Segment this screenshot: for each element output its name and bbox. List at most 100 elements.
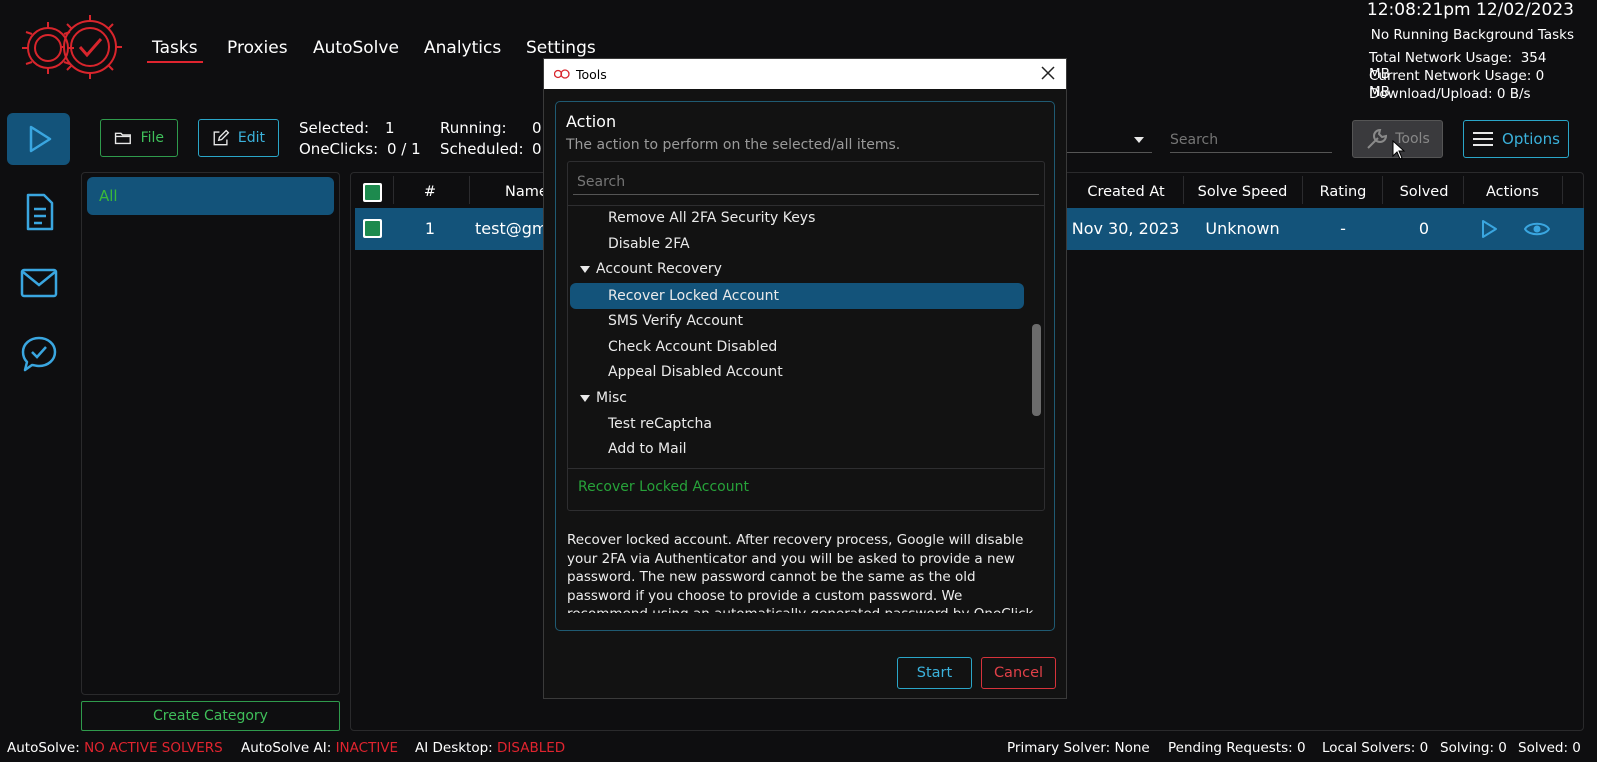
scheduled-stat-value: 0 [532,140,542,158]
menu-icon [1473,132,1494,146]
tree-item[interactable]: Remove All 2FA Security Keys [608,207,815,229]
autosolve-status: AutoSolve: NO ACTIVE SOLVERS [7,740,223,756]
app-logo [20,14,124,80]
column-header-rating[interactable]: Rating [1303,184,1383,200]
wrench-icon [1367,128,1388,149]
start-button[interactable]: Start [897,657,972,689]
tab-tasks[interactable]: Tasks [147,38,203,63]
rail-tasks[interactable] [7,113,70,165]
rail-mail[interactable] [7,257,70,309]
column-header-actions: Actions [1486,184,1539,200]
clock: 12:08:21pm 12/02/2023 [1366,0,1574,20]
tab-settings[interactable]: Settings [526,38,596,58]
column-divider [1562,176,1563,204]
category-item-all[interactable]: All [87,177,334,215]
create-category-button[interactable]: Create Category [81,701,340,731]
action-tree: Remove All 2FA Security Keys Disable 2FA… [568,205,1044,469]
task-search-input[interactable] [1170,127,1332,153]
column-divider [1302,176,1303,204]
row-solve-speed: Unknown [1205,219,1280,238]
close-icon[interactable] [1038,63,1058,83]
tree-item[interactable]: Add to Mail [608,438,687,460]
dialog-titlebar: Tools [544,59,1066,89]
rail-documents[interactable] [7,186,70,238]
ai-desktop-status: AI Desktop: DISABLED [415,740,566,756]
tools-dialog: Tools Action The action to perform on th… [543,58,1067,699]
folder-icon [114,132,131,145]
column-header-index[interactable]: # [420,184,440,200]
tree-item-selected[interactable]: Recover Locked Account [608,285,779,307]
row-view-icon[interactable] [1524,220,1550,238]
pending-requests: Pending Requests: 0 [1168,740,1306,756]
primary-solver: Primary Solver: None [1007,740,1150,756]
selected-stat-value: 1 [385,119,395,137]
edit-label: Edit [237,130,265,146]
tree-item[interactable]: Check Account Disabled [608,336,777,358]
column-divider [469,176,470,204]
tree-group-label: Account Recovery [596,261,722,277]
download-upload: Download/Upload: 0 B/s [1369,86,1531,102]
tree-item[interactable]: SMS Verify Account [608,310,743,332]
column-divider [1183,176,1184,204]
row-checkbox[interactable] [363,219,382,238]
cancel-button[interactable]: Cancel [981,657,1056,689]
options-label: Options [1502,130,1560,148]
action-description: The action to perform on the selected/al… [566,137,901,153]
tab-analytics[interactable]: Analytics [424,38,501,58]
selected-stat-label: Selected: [299,119,370,137]
column-header-solve-speed[interactable]: Solve Speed [1190,184,1295,200]
scheduled-stat-label: Scheduled: [440,140,524,158]
row-created-at: Nov 30, 2023 [1071,219,1180,238]
file-button[interactable]: File [100,119,178,157]
row-index: 1 [424,219,436,238]
column-divider [393,176,394,204]
rail-chat[interactable] [7,328,70,380]
action-search-input[interactable] [573,169,1039,195]
autosolve-ai-status: AutoSolve AI: INACTIVE [241,740,399,756]
chat-check-icon [21,336,56,372]
solving-count: Solving: 0 [1440,740,1507,756]
cursor-icon [1392,140,1406,160]
column-divider [1463,176,1464,204]
tree-item[interactable]: Appeal Disabled Account [608,361,783,383]
column-header-created-at[interactable]: Created At [1076,184,1176,200]
select-all-checkbox[interactable] [363,183,382,202]
tree-item[interactable]: Test reCaptcha [608,413,712,435]
selected-action-value: Recover Locked Account [578,479,749,495]
row-solved: 0 [1418,219,1430,238]
category-panel [81,172,340,695]
row-rating: - [1340,219,1346,238]
tree-group-misc[interactable]: Misc [580,387,627,409]
file-label: File [140,130,164,146]
chevron-down-icon [1134,137,1144,143]
row-name: test@gm [475,219,548,238]
filter-dropdown[interactable] [1062,127,1152,153]
background-tasks-status: No Running Background Tasks [1370,27,1574,43]
action-long-description: Recover locked account. After recovery p… [567,532,1033,613]
dialog-title: Tools [576,66,607,82]
document-icon [26,193,53,231]
tree-scrollbar[interactable] [1032,324,1041,416]
expand-triangle-icon [580,394,590,402]
action-title: Action [566,112,617,131]
solved-count: Solved: 0 [1518,740,1581,756]
row-play-icon[interactable] [1479,219,1499,239]
tab-proxies[interactable]: Proxies [227,38,288,58]
tree-item[interactable]: Disable 2FA [608,233,690,255]
running-stat-label: Running: [440,119,507,137]
play-icon [29,125,51,153]
edit-button[interactable]: Edit [198,119,279,157]
tree-group-label: Misc [596,390,627,406]
column-header-solved[interactable]: Solved [1384,184,1464,200]
tree-group-account-recovery[interactable]: Account Recovery [580,258,722,280]
options-button[interactable]: Options [1463,120,1569,158]
edit-icon [213,129,230,146]
oneclicks-stat-value: 0 / 1 [387,140,421,158]
oneclicks-stat-label: OneClicks: [299,140,379,158]
tab-autosolve[interactable]: AutoSolve [313,38,399,58]
mail-icon [20,268,57,298]
app-small-icon [554,69,570,79]
local-solvers: Local Solvers: 0 [1322,740,1429,756]
running-stat-value: 0 [532,119,542,137]
column-divider [1382,176,1383,204]
